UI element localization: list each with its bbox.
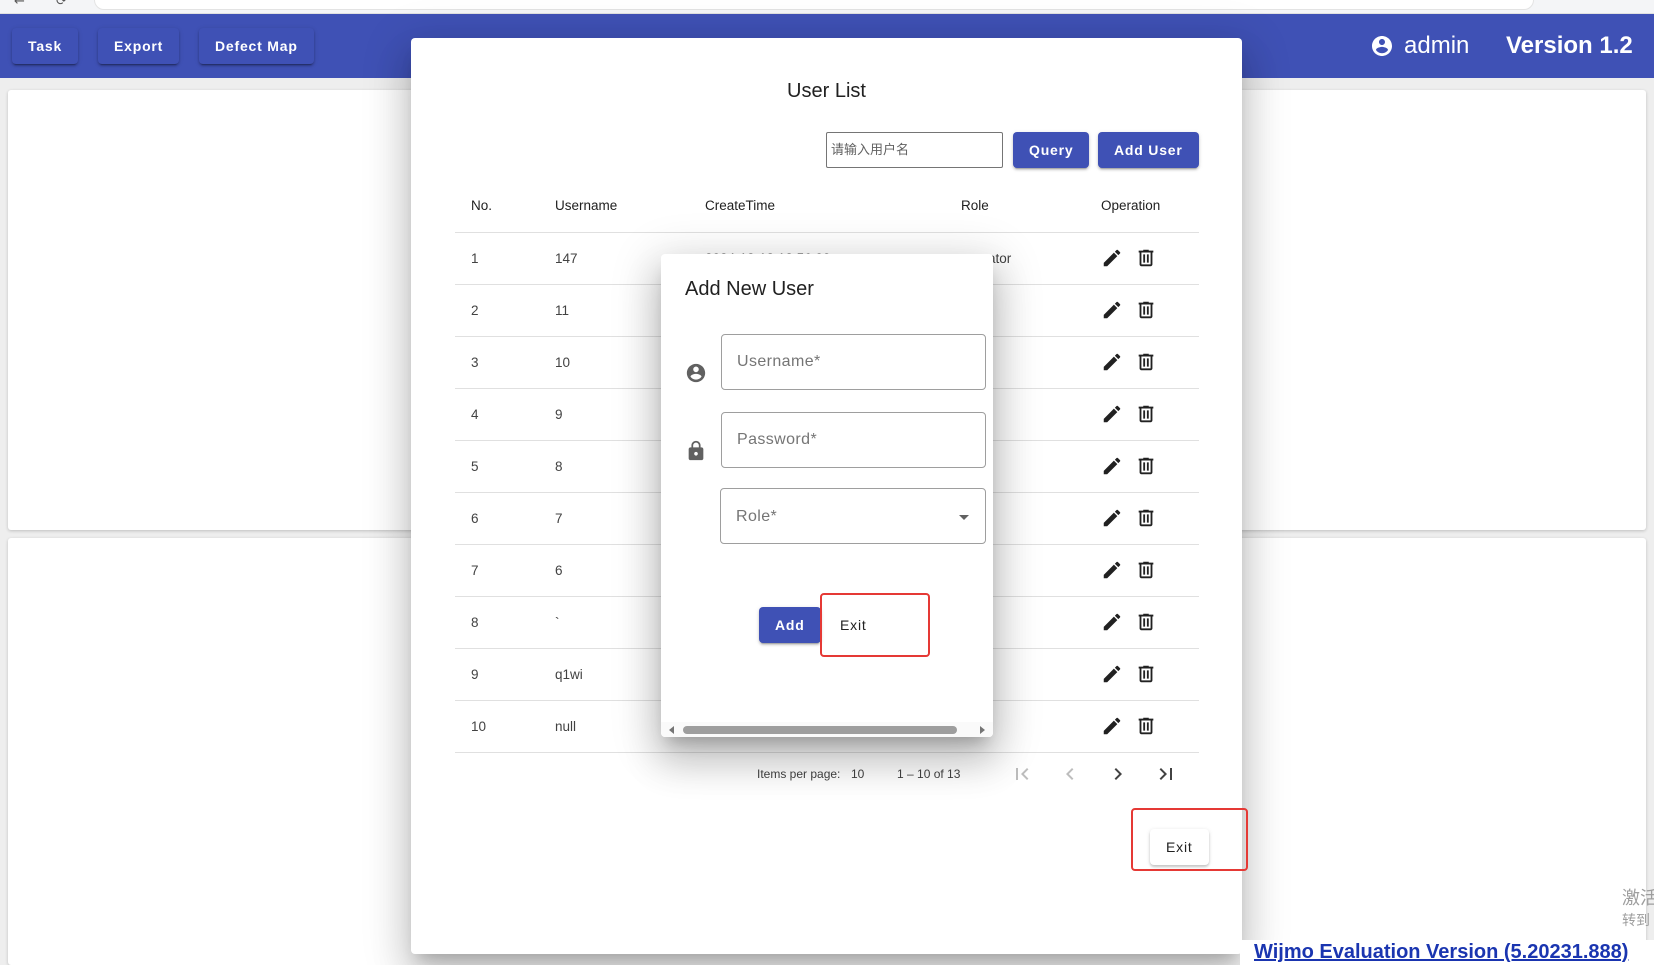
highlight-annotation-exit	[1131, 808, 1248, 871]
watermark-line-1: 激活	[1622, 888, 1654, 909]
row-no: 4	[455, 388, 539, 441]
username-field[interactable]	[721, 334, 986, 390]
edit-icon[interactable]	[1101, 299, 1123, 321]
lock-icon	[688, 440, 704, 461]
role-select[interactable]: Role*	[720, 488, 986, 544]
activation-watermark: 激活 转到	[1622, 888, 1654, 932]
task-button[interactable]: Task	[12, 28, 79, 64]
edit-icon[interactable]	[1101, 403, 1123, 425]
next-page-icon[interactable]	[1106, 762, 1130, 786]
username-search-input[interactable]	[826, 132, 1003, 168]
row-operation	[1085, 596, 1199, 649]
account-circle-icon	[686, 363, 706, 383]
user-name: admin	[1404, 32, 1470, 59]
delete-icon[interactable]	[1135, 507, 1157, 529]
paginator: Items per page: 10 1 – 10 of 13	[411, 750, 1242, 798]
scroll-left-icon[interactable]	[669, 726, 674, 734]
delete-icon[interactable]	[1135, 611, 1157, 633]
password-field[interactable]	[721, 412, 986, 468]
edit-icon[interactable]	[1101, 351, 1123, 373]
edit-icon[interactable]	[1101, 715, 1123, 737]
delete-icon[interactable]	[1135, 559, 1157, 581]
row-no: 10	[455, 700, 539, 753]
column-header-no: No.	[455, 180, 539, 233]
row-no: 5	[455, 440, 539, 493]
row-operation	[1085, 648, 1199, 701]
first-page-icon[interactable]	[1010, 762, 1034, 786]
previous-page-icon[interactable]	[1058, 762, 1082, 786]
edit-icon[interactable]	[1101, 507, 1123, 529]
row-no: 8	[455, 596, 539, 649]
browser-toolbar: ← ⟳	[0, 0, 1654, 14]
row-operation	[1085, 492, 1199, 545]
last-page-icon[interactable]	[1154, 762, 1178, 786]
row-no: 2	[455, 284, 539, 337]
row-no: 3	[455, 336, 539, 389]
page-range-label: 1 – 10 of 13	[897, 767, 961, 781]
query-button[interactable]: Query	[1013, 132, 1090, 168]
column-header-role: Role	[945, 180, 1085, 233]
row-operation	[1085, 232, 1199, 285]
items-per-page-label: Items per page:	[757, 767, 841, 781]
edit-icon[interactable]	[1101, 663, 1123, 685]
column-header-username: Username	[539, 180, 689, 233]
dialog-title: User List	[787, 80, 866, 102]
row-operation	[1085, 700, 1199, 753]
row-no: 7	[455, 544, 539, 597]
scrollbar-thumb[interactable]	[683, 726, 957, 734]
delete-icon[interactable]	[1135, 403, 1157, 425]
row-operation	[1085, 336, 1199, 389]
add-button[interactable]: Add	[759, 607, 821, 643]
role-select-placeholder: Role*	[736, 508, 778, 525]
add-new-user-dialog: Add New User Role* Add Exit	[661, 254, 993, 737]
edit-icon[interactable]	[1101, 559, 1123, 581]
row-operation	[1085, 544, 1199, 597]
column-header-createtime: CreateTime	[689, 180, 945, 233]
dropdown-arrow-icon	[959, 515, 969, 520]
delete-icon[interactable]	[1135, 247, 1157, 269]
user-menu[interactable]: admin	[1370, 32, 1469, 60]
version-label: Version 1.2	[1506, 32, 1633, 59]
row-operation	[1085, 440, 1199, 493]
add-dialog-title: Add New User	[685, 278, 814, 300]
export-button[interactable]: Export	[98, 28, 180, 64]
scroll-right-icon[interactable]	[980, 726, 985, 734]
edit-icon[interactable]	[1101, 455, 1123, 477]
highlight-annotation-add-exit	[820, 593, 930, 657]
watermark-line-2: 转到	[1622, 913, 1650, 929]
account-circle-icon	[1372, 36, 1392, 56]
delete-icon[interactable]	[1135, 299, 1157, 321]
row-operation	[1085, 388, 1199, 441]
delete-icon[interactable]	[1135, 715, 1157, 737]
row-no: 6	[455, 492, 539, 545]
reload-icon[interactable]: ⟳	[56, 0, 67, 9]
horizontal-scrollbar[interactable]	[661, 722, 993, 737]
back-arrow-icon[interactable]: ←	[14, 0, 25, 9]
delete-icon[interactable]	[1135, 351, 1157, 373]
edit-icon[interactable]	[1101, 247, 1123, 269]
add-user-button[interactable]: Add User	[1098, 132, 1199, 168]
delete-icon[interactable]	[1135, 455, 1157, 477]
delete-icon[interactable]	[1135, 663, 1157, 685]
edit-icon[interactable]	[1101, 611, 1123, 633]
wijmo-evaluation-link[interactable]: Wijmo Evaluation Version (5.20231.888)	[1240, 940, 1654, 965]
row-operation	[1085, 284, 1199, 337]
defect-map-button[interactable]: Defect Map	[199, 28, 314, 64]
row-no: 9	[455, 648, 539, 701]
column-header-operation: Operation	[1085, 180, 1199, 233]
table-header-row: No. Username CreateTime Role Operation	[455, 180, 1199, 233]
address-bar[interactable]	[94, 0, 1534, 10]
row-no: 1	[455, 232, 539, 285]
page-size-select[interactable]: 10	[851, 767, 864, 781]
